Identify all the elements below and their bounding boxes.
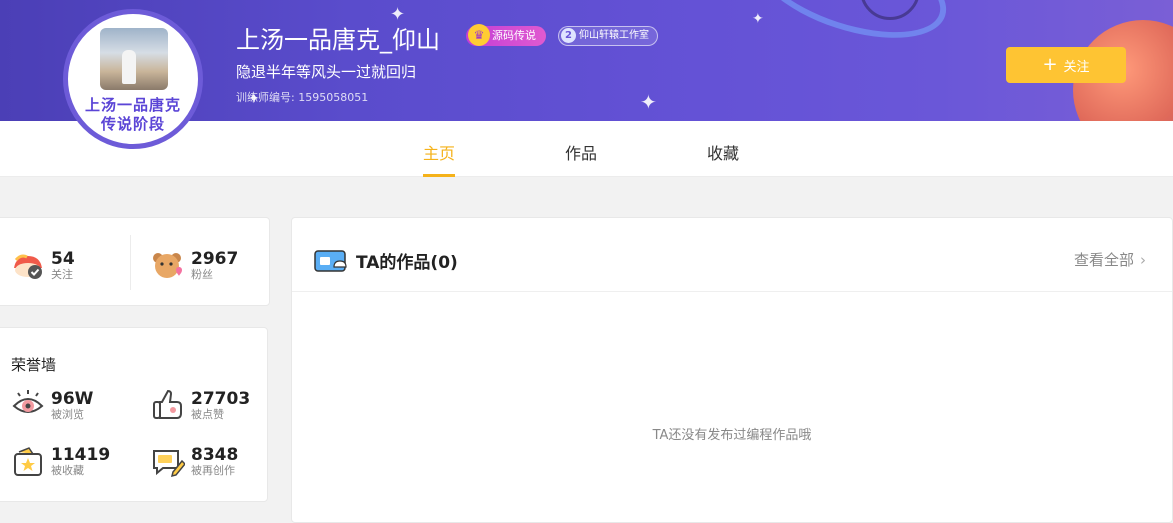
avatar[interactable]: 上汤一品唐克 传说阶段 xyxy=(63,9,203,149)
favorites-count: 11419 xyxy=(51,444,111,465)
studio-badge[interactable]: 2 仰山轩辕工作室 xyxy=(558,26,658,46)
eye-icon xyxy=(12,390,44,413)
following-label: 关注 xyxy=(51,267,73,281)
likes-label: 被点赞 xyxy=(191,407,224,421)
thumb-up-icon xyxy=(153,389,182,419)
avatar-caption-line1: 上汤一品唐克 xyxy=(84,96,181,114)
likes-stat: 27703 被点赞 xyxy=(151,388,250,422)
fans-stat[interactable]: 2967 粉丝 xyxy=(151,248,238,282)
honor-wall-title: 荣誉墙 xyxy=(11,356,57,374)
user-name: 上汤一品唐克_仰山 xyxy=(236,26,440,54)
studio-level: 2 xyxy=(561,28,576,43)
follow-button-label: 关注 xyxy=(1063,59,1090,75)
remixes-count: 8348 xyxy=(191,444,239,465)
plus-icon: + xyxy=(1042,54,1058,75)
fans-count: 2967 xyxy=(191,248,239,269)
star-box-icon xyxy=(14,447,42,476)
fans-label: 粉丝 xyxy=(191,267,213,281)
follow-button[interactable]: + 关注 xyxy=(1006,47,1126,83)
trainer-id: 训练师编号: 1595058051 xyxy=(236,91,369,104)
studio-badge-label: 仰山轩辕工作室 xyxy=(579,30,649,41)
view-all-link[interactable]: 查看全部 › xyxy=(1074,249,1146,270)
following-icon xyxy=(14,254,42,279)
favorites-stat: 11419 被收藏 xyxy=(11,444,110,478)
views-stat: 96W 被浏览 xyxy=(11,388,93,422)
likes-count: 27703 xyxy=(191,388,251,409)
tab-favorites[interactable]: 收藏 xyxy=(707,140,739,164)
sparkle-icon: ✦ xyxy=(752,11,764,27)
avatar-photo xyxy=(100,28,168,90)
works-title: TA的作品(0) xyxy=(356,253,458,273)
remixes-stat: 8348 被再创作 xyxy=(151,444,238,478)
follow-stats-card: 54 关注 2967 粉丝 xyxy=(0,217,270,306)
user-motto: 隐退半年等风头一过就回归 xyxy=(236,63,417,81)
works-header: TA的作品(0) 查看全部 › xyxy=(292,218,1172,292)
honor-wall-card: 荣誉墙 96W 被浏览 27703 被点赞 11419 被收藏 8348 被再创… xyxy=(0,327,268,502)
views-label: 被浏览 xyxy=(51,407,84,421)
active-tab-indicator xyxy=(423,174,455,177)
remixes-label: 被再创作 xyxy=(191,463,235,477)
tab-home[interactable]: 主页 xyxy=(423,140,455,164)
fans-icon xyxy=(153,253,182,278)
avatar-caption-line2: 传说阶段 xyxy=(100,115,165,133)
tab-works[interactable]: 作品 xyxy=(565,140,597,164)
works-empty-message: TA还没有发布过编程作品哦 xyxy=(652,428,812,443)
following-count: 54 xyxy=(51,248,75,269)
view-all-label: 查看全部 xyxy=(1073,251,1134,269)
works-card: TA的作品(0) 查看全部 › TA还没有发布过编程作品哦 xyxy=(291,217,1173,523)
chevron-right-icon: › xyxy=(1140,251,1146,269)
remix-pencil-icon xyxy=(153,450,185,478)
works-folder-icon xyxy=(314,250,347,272)
legend-badge: ♛ 源码传说 xyxy=(466,24,546,46)
legend-badge-label: 源码传说 xyxy=(492,29,536,42)
favorites-label: 被收藏 xyxy=(51,463,84,477)
sparkle-icon: ✦ xyxy=(640,90,657,114)
stats-divider xyxy=(130,235,131,290)
following-stat[interactable]: 54 关注 xyxy=(11,248,75,282)
crown-icon: ♛ xyxy=(468,24,490,46)
decor-ring xyxy=(740,0,960,59)
views-count: 96W xyxy=(51,388,94,409)
